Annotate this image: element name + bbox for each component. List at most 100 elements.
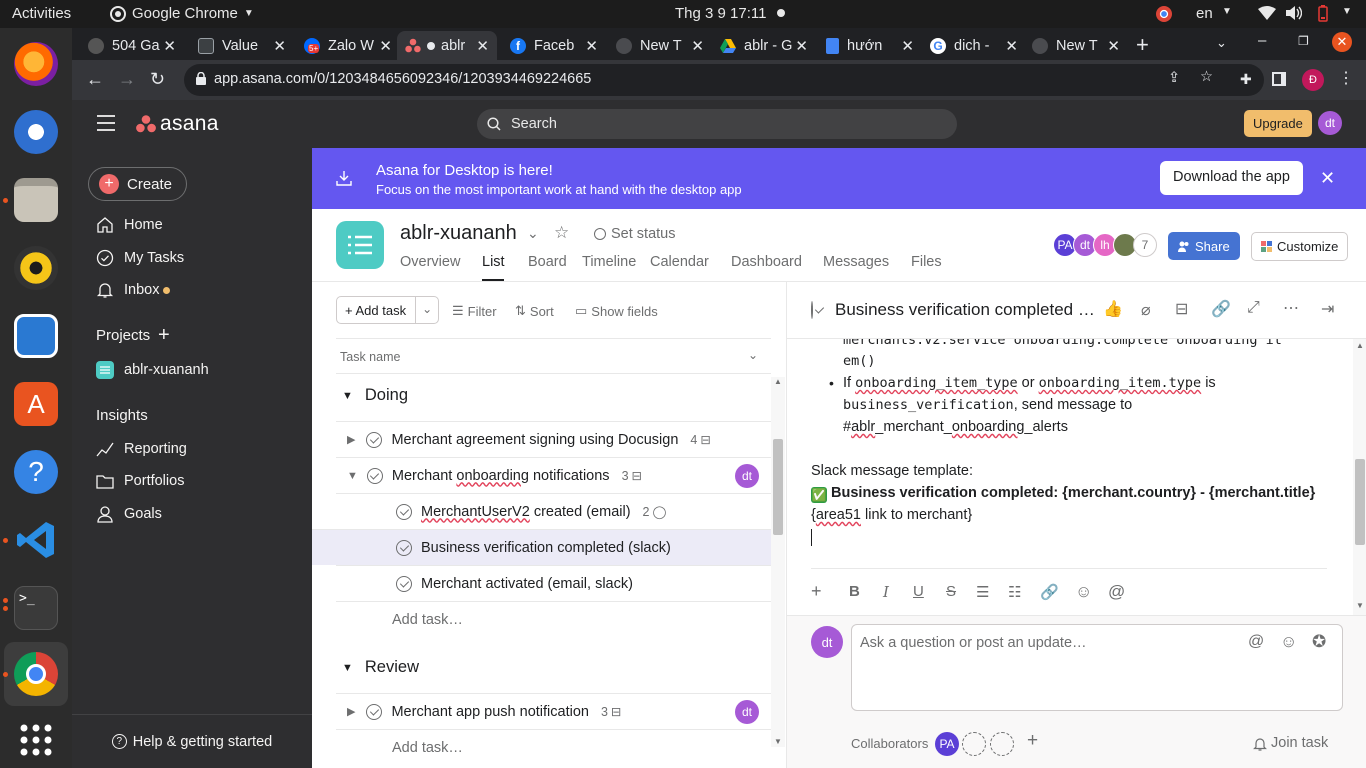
download-app-button[interactable]: Download the app (1160, 161, 1303, 195)
libreoffice-writer-icon[interactable] (14, 314, 58, 358)
close-tab-icon[interactable]: ✕ (273, 37, 286, 55)
add-task-button[interactable]: + Add task (337, 297, 417, 323)
browser-tab[interactable]: New T ✕ (1024, 31, 1128, 60)
battery-icon[interactable] (1318, 5, 1328, 22)
detail-scrollbar[interactable]: ▲ ▼ (1353, 339, 1366, 615)
close-tab-icon[interactable]: ✕ (163, 37, 176, 55)
browser-tab[interactable]: 5+ Zalo W ✕ (296, 31, 400, 60)
chrome-icon[interactable] (14, 652, 58, 696)
tab-messages[interactable]: Messages (823, 254, 889, 270)
project-title[interactable]: ablr-xuananh (400, 222, 517, 245)
browser-tab[interactable]: New T ✕ (608, 31, 712, 60)
sidebar-item-home[interactable]: Home (96, 217, 163, 233)
asana-logo[interactable]: asana (136, 112, 219, 136)
section-review[interactable]: ▼ Review (342, 658, 419, 677)
column-task-name[interactable]: Task name (340, 350, 400, 364)
more-icon[interactable]: ⋯ (1283, 298, 1299, 318)
like-icon[interactable]: 👍 (1103, 299, 1123, 319)
expand-icon[interactable]: ⤢ (1247, 299, 1260, 317)
tab-calendar[interactable]: Calendar (650, 254, 709, 270)
bold-icon[interactable]: B (849, 583, 860, 600)
chevron-down-icon[interactable]: ⌄ (748, 348, 758, 362)
browser-tab[interactable]: Gdich - ✕ (922, 31, 1026, 60)
sidebar-item-goals[interactable]: Goals (96, 505, 162, 523)
sidebar-item-my-tasks[interactable]: My Tasks (96, 249, 184, 267)
chevron-down-icon[interactable]: ⌄ (527, 225, 539, 242)
sidebar-item-inbox[interactable]: Inbox (96, 281, 171, 299)
mark-complete-icon[interactable] (811, 301, 813, 319)
chrome-tray-icon[interactable] (1156, 6, 1172, 22)
table-row[interactable]: ▶ Merchant agreement signing using Docus… (336, 421, 771, 457)
browser-tab[interactable]: ablr - G ✕ (712, 31, 816, 60)
create-button[interactable]: + Create (88, 167, 188, 201)
table-row[interactable]: ▶ Merchant app push notification 3 ⊟ dt (336, 693, 771, 729)
address-bar[interactable]: app.asana.com/0/1203484656092346/1203934… (184, 64, 1264, 96)
add-task-row[interactable]: Add task… (336, 601, 771, 637)
app-menu[interactable]: Google Chrome ▼ (110, 5, 254, 22)
caret-right-icon[interactable]: ▶ (347, 705, 355, 718)
volume-icon[interactable] (1286, 6, 1302, 20)
subtask-icon[interactable]: ⊟ (1175, 299, 1188, 319)
description-editor[interactable]: merchants.v2.service onboarding.complete… (787, 339, 1353, 615)
caret-right-icon[interactable]: ▶ (347, 433, 355, 446)
help-button[interactable]: ? Help & getting started (72, 714, 312, 768)
tab-list[interactable]: List (482, 254, 505, 270)
activities-button[interactable]: Activities (12, 5, 71, 22)
wifi-icon[interactable] (1258, 6, 1276, 20)
upgrade-button[interactable]: Upgrade (1244, 110, 1312, 137)
close-window-button[interactable]: ✕ (1332, 32, 1352, 52)
add-collaborator-icon[interactable] (962, 732, 986, 756)
filter-button[interactable]: ☰ Filter (452, 303, 497, 319)
firefox-icon[interactable] (14, 42, 58, 86)
close-tab-icon[interactable]: ✕ (795, 37, 808, 55)
back-icon[interactable]: ← (86, 69, 104, 90)
close-banner-icon[interactable]: ✕ (1320, 168, 1335, 189)
browser-tab[interactable]: hướn ✕ (818, 31, 922, 60)
task-complete-icon[interactable] (396, 575, 412, 592)
table-row-selected[interactable]: Business verification completed (slack) (312, 529, 771, 565)
table-row[interactable]: MerchantUserV2 created (email) 2 ◯ (336, 493, 771, 529)
vscode-icon[interactable] (14, 518, 58, 562)
forward-icon[interactable]: → (118, 69, 136, 90)
projects-heading[interactable]: Projects (96, 327, 150, 344)
task-complete-icon[interactable] (366, 431, 383, 448)
list-scrollbar-thumb[interactable] (773, 439, 783, 535)
join-task-button[interactable]: Join task (1253, 735, 1328, 751)
share-button[interactable]: Share (1168, 232, 1240, 260)
mention-icon[interactable]: @ (1108, 582, 1125, 602)
search-input[interactable]: Search (477, 109, 957, 139)
mention-icon[interactable]: @ (1248, 633, 1264, 651)
task-complete-icon[interactable] (366, 467, 383, 484)
table-row[interactable]: ▼ Merchant onboarding notifications 3 ⊟ d… (336, 457, 771, 493)
customize-button[interactable]: Customize (1251, 232, 1349, 261)
browser-tab[interactable]: 504 Ga ✕ (80, 31, 184, 60)
side-panel-icon[interactable] (1272, 72, 1286, 86)
assignee-avatar[interactable]: dt (735, 464, 759, 488)
strikethrough-icon[interactable]: S (946, 583, 956, 600)
chevron-down-icon[interactable]: ▼ (1342, 6, 1352, 17)
task-complete-icon[interactable] (366, 703, 383, 720)
tab-dashboard[interactable]: Dashboard (731, 254, 802, 270)
link-icon[interactable]: 🔗 (1040, 583, 1059, 601)
assignee-avatar[interactable]: dt (735, 700, 759, 724)
help-icon[interactable]: ? (14, 450, 58, 494)
restore-button[interactable]: ❐ (1298, 34, 1309, 48)
caret-down-icon[interactable]: ▼ (347, 470, 358, 482)
emoji-icon[interactable]: ☺ (1280, 632, 1297, 652)
section-doing[interactable]: ▼ Doing (342, 386, 408, 405)
add-collaborator-icon[interactable] (990, 732, 1014, 756)
share-icon[interactable]: ⇪ (1168, 70, 1180, 86)
user-avatar[interactable]: dt (1318, 111, 1342, 135)
tab-overview[interactable]: Overview (400, 254, 460, 270)
profile-avatar[interactable]: Đ (1302, 69, 1324, 91)
app-grid-icon[interactable] (14, 718, 58, 762)
tab-board[interactable]: Board (528, 254, 567, 270)
sidebar-item-portfolios[interactable]: Portfolios (96, 473, 184, 489)
close-tab-icon[interactable]: ✕ (1107, 37, 1120, 55)
chevron-down-icon[interactable]: ⌄ (416, 297, 438, 323)
minimize-button[interactable]: – (1258, 32, 1266, 49)
add-project-icon[interactable]: + (158, 324, 170, 347)
show-fields-button[interactable]: ▭ Show fields (575, 303, 658, 319)
software-center-icon[interactable]: A (14, 382, 58, 426)
list-scrollbar[interactable]: ▲ ▼ (771, 377, 785, 747)
